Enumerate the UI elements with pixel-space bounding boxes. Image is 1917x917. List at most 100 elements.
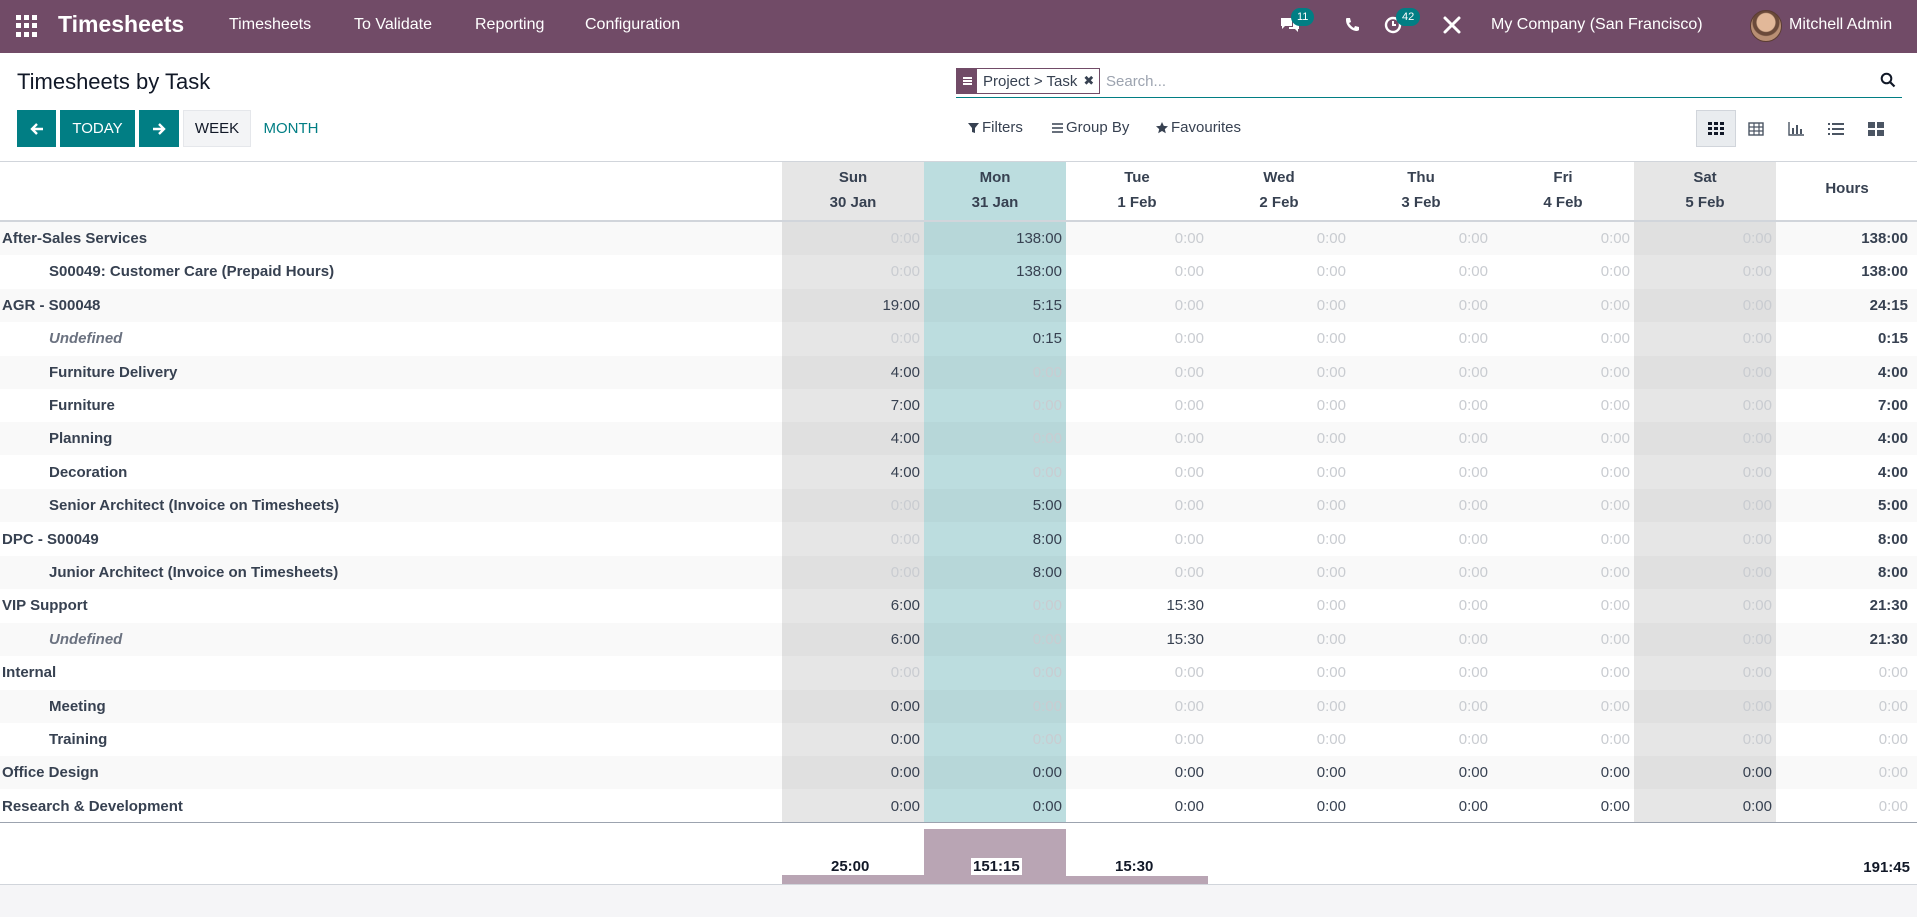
hours-cell[interactable]: 0:00 bbox=[1500, 263, 1630, 280]
hours-cell[interactable]: 0:00 bbox=[1500, 597, 1630, 614]
hours-cell[interactable]: 0:00 bbox=[932, 798, 1062, 815]
hours-cell[interactable]: 0:00 bbox=[1500, 631, 1630, 648]
hours-cell[interactable]: 0:00 bbox=[1500, 330, 1630, 347]
task-row[interactable]: Junior Architect (Invoice on Timesheets)… bbox=[0, 556, 1917, 589]
hours-cell[interactable]: 0:00 bbox=[1358, 731, 1488, 748]
hours-cell[interactable]: 0:00 bbox=[1642, 664, 1772, 681]
group-row[interactable]: Office Design0:000:000:000:000:000:000:0… bbox=[0, 756, 1917, 789]
task-row[interactable]: Decoration4:000:000:000:000:000:000:004:… bbox=[0, 456, 1917, 489]
hours-cell[interactable]: 0:00 bbox=[1642, 698, 1772, 715]
hours-cell[interactable]: 0:00 bbox=[790, 764, 920, 781]
hours-cell[interactable]: 0:00 bbox=[1642, 230, 1772, 247]
facet-remove-icon[interactable]: ✖ bbox=[1083, 73, 1099, 89]
task-row[interactable]: S00049: Customer Care (Prepaid Hours)0:0… bbox=[0, 255, 1917, 288]
hours-cell[interactable]: 0:00 bbox=[1642, 263, 1772, 280]
hours-cell[interactable]: 0:15 bbox=[932, 330, 1062, 347]
user-menu[interactable]: Mitchell Admin bbox=[1789, 16, 1892, 34]
user-avatar[interactable] bbox=[1750, 10, 1782, 42]
hours-cell[interactable]: 0:00 bbox=[790, 263, 920, 280]
hours-cell[interactable]: 0:00 bbox=[1642, 564, 1772, 581]
menu-timesheets[interactable]: Timesheets bbox=[229, 16, 311, 34]
hours-cell[interactable]: 15:30 bbox=[1074, 631, 1204, 648]
hours-cell[interactable]: 0:00 bbox=[1358, 263, 1488, 280]
menu-configuration[interactable]: Configuration bbox=[585, 16, 680, 34]
hours-cell[interactable]: 0:00 bbox=[790, 497, 920, 514]
hours-cell[interactable]: 0:00 bbox=[1500, 230, 1630, 247]
hours-cell[interactable]: 0:00 bbox=[1642, 798, 1772, 815]
hours-cell[interactable]: 0:00 bbox=[1358, 631, 1488, 648]
search-icon[interactable] bbox=[1880, 72, 1896, 92]
hours-cell[interactable]: 0:00 bbox=[1642, 330, 1772, 347]
week-range-button[interactable]: WEEK bbox=[183, 110, 251, 147]
hours-cell[interactable]: 0:00 bbox=[1500, 397, 1630, 414]
hours-cell[interactable]: 0:00 bbox=[932, 764, 1062, 781]
hours-cell[interactable]: 0:00 bbox=[1216, 464, 1346, 481]
activities-icon[interactable]: 42 bbox=[1384, 15, 1404, 35]
hours-cell[interactable]: 0:00 bbox=[1074, 798, 1204, 815]
hours-cell[interactable]: 0:00 bbox=[932, 464, 1062, 481]
hours-cell[interactable]: 0:00 bbox=[790, 230, 920, 247]
task-row[interactable]: Furniture7:000:000:000:000:000:000:007:0… bbox=[0, 389, 1917, 422]
task-row[interactable]: Undefined6:000:0015:300:000:000:000:0021… bbox=[0, 623, 1917, 656]
hours-cell[interactable]: 0:00 bbox=[1074, 464, 1204, 481]
hours-cell[interactable]: 0:00 bbox=[1358, 664, 1488, 681]
hours-cell[interactable]: 0:00 bbox=[1074, 764, 1204, 781]
hours-cell[interactable]: 6:00 bbox=[790, 631, 920, 648]
hours-cell[interactable]: 0:00 bbox=[1642, 497, 1772, 514]
hours-cell[interactable]: 0:00 bbox=[1074, 497, 1204, 514]
task-row[interactable]: Training0:000:000:000:000:000:000:000:00 bbox=[0, 723, 1917, 756]
hours-cell[interactable]: 0:00 bbox=[1358, 564, 1488, 581]
search-input[interactable] bbox=[1106, 68, 1826, 94]
group-by-dropdown[interactable]: Group By bbox=[1052, 119, 1129, 136]
apps-menu-icon[interactable] bbox=[16, 15, 38, 37]
next-period-button[interactable] bbox=[139, 110, 179, 147]
group-row[interactable]: AGR - S0004819:005:150:000:000:000:000:0… bbox=[0, 289, 1917, 322]
hours-cell[interactable]: 0:00 bbox=[1358, 297, 1488, 314]
company-switcher[interactable]: My Company (San Francisco) bbox=[1491, 16, 1703, 34]
menu-to-validate[interactable]: To Validate bbox=[354, 16, 432, 34]
hours-cell[interactable]: 0:00 bbox=[1500, 497, 1630, 514]
task-row[interactable]: Meeting0:000:000:000:000:000:000:000:00 bbox=[0, 690, 1917, 723]
hours-cell[interactable]: 0:00 bbox=[1216, 430, 1346, 447]
hours-cell[interactable]: 0:00 bbox=[1074, 731, 1204, 748]
hours-cell[interactable]: 0:00 bbox=[1358, 698, 1488, 715]
hours-cell[interactable]: 0:00 bbox=[1500, 364, 1630, 381]
hours-cell[interactable]: 0:00 bbox=[1216, 230, 1346, 247]
hours-cell[interactable]: 0:00 bbox=[790, 564, 920, 581]
hours-cell[interactable]: 0:00 bbox=[1216, 397, 1346, 414]
hours-cell[interactable]: 0:00 bbox=[932, 364, 1062, 381]
hours-cell[interactable]: 138:00 bbox=[932, 263, 1062, 280]
hours-cell[interactable]: 0:00 bbox=[1216, 297, 1346, 314]
hours-cell[interactable]: 0:00 bbox=[1074, 531, 1204, 548]
today-button[interactable]: TODAY bbox=[60, 110, 135, 147]
hours-cell[interactable]: 0:00 bbox=[1358, 330, 1488, 347]
previous-period-button[interactable] bbox=[17, 110, 56, 147]
hours-cell[interactable]: 0:00 bbox=[1074, 230, 1204, 247]
hours-cell[interactable]: 19:00 bbox=[790, 297, 920, 314]
hours-cell[interactable]: 0:00 bbox=[1216, 531, 1346, 548]
hours-cell[interactable]: 0:00 bbox=[790, 698, 920, 715]
hours-cell[interactable]: 4:00 bbox=[790, 364, 920, 381]
hours-cell[interactable]: 0:00 bbox=[1216, 664, 1346, 681]
group-row[interactable]: Internal0:000:000:000:000:000:000:000:00 bbox=[0, 656, 1917, 689]
messages-icon[interactable]: 11 bbox=[1279, 15, 1301, 35]
hours-cell[interactable]: 0:00 bbox=[1358, 531, 1488, 548]
hours-cell[interactable]: 0:00 bbox=[1500, 297, 1630, 314]
hours-cell[interactable]: 0:00 bbox=[1500, 430, 1630, 447]
hours-cell[interactable]: 0:00 bbox=[1500, 764, 1630, 781]
hours-cell[interactable]: 0:00 bbox=[1216, 631, 1346, 648]
hours-cell[interactable]: 0:00 bbox=[1074, 330, 1204, 347]
hours-cell[interactable]: 0:00 bbox=[1358, 597, 1488, 614]
hours-cell[interactable]: 15:30 bbox=[1074, 597, 1204, 614]
hours-cell[interactable]: 0:00 bbox=[1642, 631, 1772, 648]
hours-cell[interactable]: 0:00 bbox=[1500, 531, 1630, 548]
hours-cell[interactable]: 0:00 bbox=[1216, 597, 1346, 614]
hours-cell[interactable]: 0:00 bbox=[790, 531, 920, 548]
hours-cell[interactable]: 0:00 bbox=[790, 731, 920, 748]
hours-cell[interactable]: 0:00 bbox=[1074, 297, 1204, 314]
task-row[interactable]: Furniture Delivery4:000:000:000:000:000:… bbox=[0, 356, 1917, 389]
hours-cell[interactable]: 0:00 bbox=[1642, 764, 1772, 781]
hours-cell[interactable]: 0:00 bbox=[790, 330, 920, 347]
grid-view-button[interactable] bbox=[1696, 110, 1736, 147]
hours-cell[interactable]: 0:00 bbox=[1642, 397, 1772, 414]
